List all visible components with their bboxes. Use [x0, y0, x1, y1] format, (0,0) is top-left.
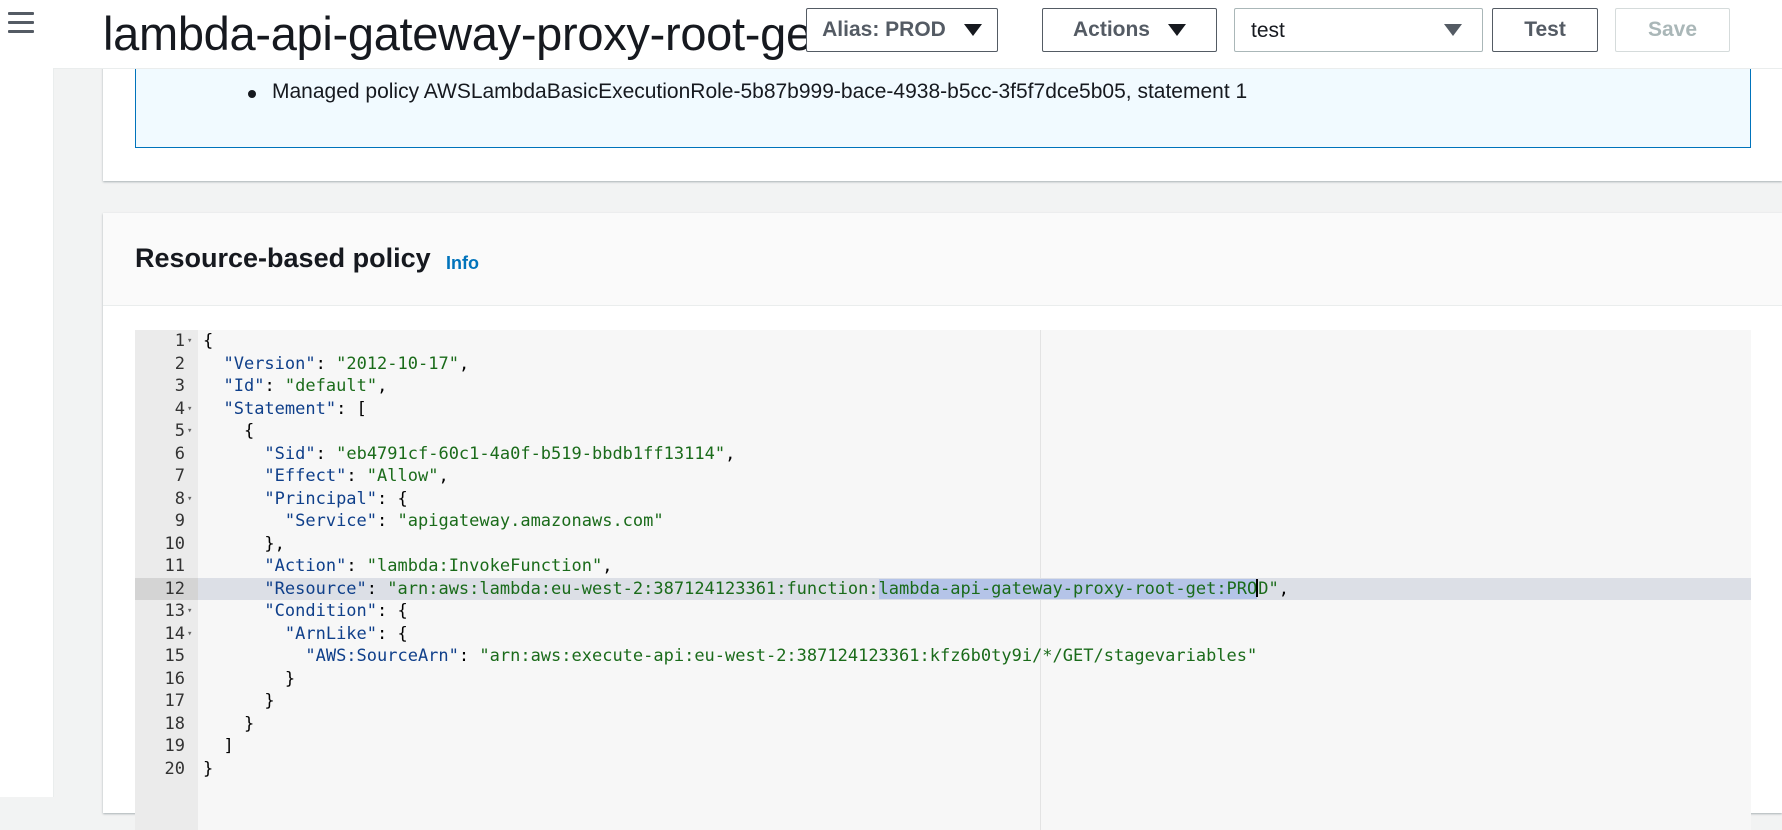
code-line: 5 ▾ { — [135, 420, 1751, 443]
line-number: 18 — [164, 713, 185, 734]
code-line: 16 } — [135, 668, 1751, 691]
line-number: 12 — [135, 577, 198, 600]
code-line: 4 ▾ "Statement": [ — [135, 398, 1751, 421]
text-selection: lambda-api-gateway-proxy-root-get:PRO — [878, 578, 1258, 599]
actions-dropdown-button[interactable]: Actions — [1042, 8, 1217, 52]
code-line: 19 ] — [135, 735, 1751, 758]
caret-down-icon — [1168, 24, 1186, 36]
fold-arrow-icon[interactable]: ▾ — [187, 623, 192, 646]
fold-arrow-icon[interactable]: ▾ — [187, 600, 192, 623]
code-line: 8 ▾ "Principal": { — [135, 488, 1751, 511]
line-number: 9 — [174, 511, 185, 531]
code-line: 6 "Sid": "eb4791cf-60c1-4a0f-b519-bbdb1f… — [135, 443, 1751, 466]
code-line: 1 ▾ { — [135, 330, 1751, 353]
line-number: 10 — [164, 533, 185, 554]
fold-arrow-icon[interactable]: ▾ — [187, 398, 192, 421]
code-line: 3 "Id": "default", — [135, 375, 1751, 398]
line-number: 19 — [164, 736, 185, 756]
alias-button-label: Alias: PROD — [822, 18, 946, 41]
code-line: 15 "AWS:SourceArn": "arn:aws:execute-api… — [135, 645, 1751, 668]
test-event-value: test — [1251, 19, 1285, 42]
actions-button-label: Actions — [1072, 18, 1150, 41]
test-button[interactable]: Test — [1492, 8, 1598, 52]
alias-dropdown-button[interactable]: Alias: PROD — [806, 8, 998, 52]
execution-role-info-box: Managed policy AWSLambdaBasicExecutionRo… — [135, 60, 1751, 148]
code-line: 2 "Version": "2012-10-17", — [135, 353, 1751, 376]
code-line: 7 "Effect": "Allow", — [135, 465, 1751, 488]
code-line: 9 "Service": "apigateway.amazonaws.com" — [135, 510, 1751, 533]
save-button[interactable]: Save — [1615, 8, 1730, 52]
line-number: 15 — [164, 646, 185, 666]
policy-code-editor[interactable]: 1 ▾ { 2 "Version": "2012-10-17", 3 "Id":… — [135, 330, 1751, 830]
code-line: 17 } — [135, 690, 1751, 713]
code-line: 10 }, — [135, 533, 1751, 556]
test-event-select[interactable]: test — [1234, 8, 1483, 52]
resource-policy-header: Resource-based policy Info — [103, 213, 1782, 306]
code-line: 20 } — [135, 758, 1751, 781]
code-line: 14 ▾ "ArnLike": { — [135, 623, 1751, 646]
line-number: 6 — [174, 443, 185, 464]
code-line: 13 ▾ "Condition": { — [135, 600, 1751, 623]
line-number: 3 — [174, 376, 185, 396]
caret-down-icon — [1444, 24, 1462, 36]
left-rail — [0, 0, 54, 797]
line-number: 20 — [164, 758, 185, 779]
fold-arrow-icon[interactable]: ▾ — [187, 420, 192, 443]
code-line: 18 } — [135, 713, 1751, 736]
code-line: 11 "Action": "lambda:InvokeFunction", — [135, 555, 1751, 578]
code-line-active: 12 "Resource": "arn:aws:lambda:eu-west-2… — [135, 577, 1751, 600]
line-number: 11 — [164, 556, 185, 576]
line-number: 16 — [164, 668, 185, 689]
fold-arrow-icon[interactable]: ▾ — [187, 330, 192, 353]
resource-policy-card: Resource-based policy Info 1 ▾ { 2 "Vers… — [103, 213, 1782, 830]
execution-role-card: Managed policy AWSLambdaBasicExecutionRo… — [103, 60, 1782, 181]
menu-icon[interactable] — [8, 12, 34, 34]
caret-down-icon — [963, 24, 982, 36]
line-number: 17 — [164, 691, 185, 711]
policy-statement-item: Managed policy AWSLambdaBasicExecutionRo… — [248, 80, 1247, 104]
fold-arrow-icon[interactable]: ▾ — [187, 488, 192, 511]
line-number: 7 — [174, 466, 185, 486]
line-number: 2 — [174, 353, 185, 374]
resource-policy-title: Resource-based policy — [135, 243, 431, 273]
info-link[interactable]: Info — [446, 253, 479, 274]
page-title: lambda-api-gateway-proxy-root-ge… — [103, 7, 859, 60]
policy-statement-list: Managed policy AWSLambdaBasicExecutionRo… — [248, 80, 1247, 104]
